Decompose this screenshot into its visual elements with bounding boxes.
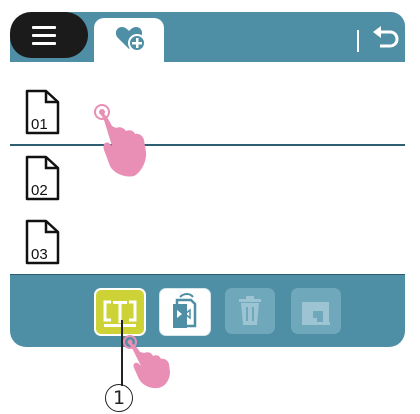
delete-button[interactable] — [225, 288, 275, 334]
document-icon: 02 — [25, 155, 60, 201]
bottom-toolbar — [10, 275, 405, 347]
sewing-machine-icon — [302, 302, 330, 325]
menu-button[interactable] — [10, 12, 88, 58]
tab-favorites[interactable] — [94, 18, 164, 64]
flip-icon — [173, 293, 197, 328]
sew-button[interactable] — [291, 288, 341, 334]
callout-line — [121, 320, 123, 386]
file-number: 03 — [31, 246, 48, 263]
text-edit-button[interactable] — [94, 288, 146, 336]
file-row[interactable]: 03 — [10, 210, 405, 276]
file-number: 01 — [31, 116, 48, 133]
menu-icon-line — [32, 26, 56, 29]
back-arrow-icon — [373, 26, 399, 48]
file-row[interactable]: 02 — [10, 146, 405, 212]
flip-button[interactable] — [159, 288, 211, 336]
back-button[interactable] — [370, 24, 400, 52]
menu-icon-line — [32, 42, 56, 45]
document-icon: 03 — [25, 219, 60, 265]
file-row[interactable]: 01 — [10, 80, 405, 146]
text-edit-icon — [103, 300, 137, 327]
header-bar — [10, 12, 405, 64]
document-icon: 01 — [25, 89, 60, 135]
heart-plus-icon — [115, 27, 146, 52]
file-number: 02 — [31, 182, 48, 199]
touch-hand-indicator — [123, 335, 170, 389]
touch-hand-indicator — [94, 104, 147, 177]
menu-icon-line — [32, 34, 56, 37]
header-divider — [357, 30, 359, 52]
trash-icon — [239, 296, 261, 325]
memory-screen: 01 02 03 — [10, 12, 405, 347]
callout-number: 1 — [105, 384, 133, 412]
